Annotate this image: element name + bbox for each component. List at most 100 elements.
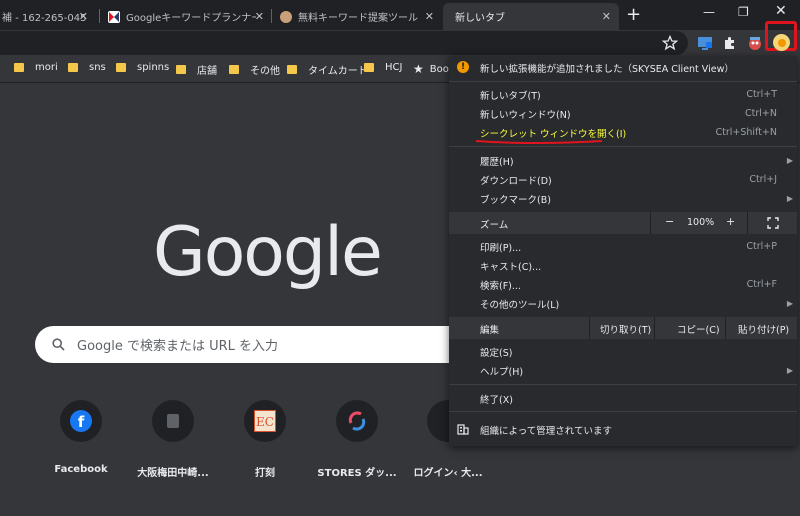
menu-item-bookmarks[interactable]: ブックマーク(B) ▶: [449, 189, 797, 208]
menu-item-history[interactable]: 履歴(H) ▶: [449, 151, 797, 170]
address-bar[interactable]: [0, 31, 688, 55]
zoom-in-button[interactable]: +: [726, 215, 735, 228]
menu-item-cast[interactable]: キャスト(C)...: [449, 256, 797, 275]
shortcut-label: 打刻: [255, 468, 275, 479]
menu-item-downloads[interactable]: ダウンロード(D) Ctrl+J: [449, 170, 797, 189]
bookmark-star-icon[interactable]: [662, 35, 678, 51]
zoom-label: ズーム: [480, 220, 509, 231]
shortcut-icon-bg: f: [60, 400, 102, 442]
bookmark-folder[interactable]: その他: [229, 62, 280, 77]
edit-label: 編集: [480, 325, 500, 336]
menu-item-print[interactable]: 印刷(P)... Ctrl+P: [449, 237, 797, 256]
bookmark-link[interactable]: ★ Boo: [413, 62, 449, 76]
chrome-menu: ! 新しい拡張機能が追加されました（SKYSEA Client View） 新し…: [449, 56, 797, 446]
menu-divider: [449, 384, 797, 385]
menu-item-label: ダウンロード(D): [480, 175, 552, 187]
menu-item-settings[interactable]: 設定(S): [449, 342, 797, 361]
menu-item-shortcut: Ctrl+Shift+N: [715, 127, 777, 138]
zoom-out-button[interactable]: −: [665, 215, 674, 228]
bookmark-folder[interactable]: HCJ: [364, 62, 402, 73]
tab-3[interactable]: 無料キーワード提案ツール Uber ✕: [272, 3, 440, 30]
folder-icon: [116, 63, 126, 72]
extension-monitor-icon[interactable]: [697, 35, 713, 51]
paste-button[interactable]: 貼り付け(P): [725, 317, 798, 339]
bookmark-folder[interactable]: タイムカード: [287, 62, 368, 77]
menu-item-label: 新しい拡張機能が追加されました（SKYSEA Client View）: [480, 63, 734, 75]
menu-item-shortcut: Ctrl+T: [746, 89, 777, 100]
menu-item-extension-notice[interactable]: ! 新しい拡張機能が追加されました（SKYSEA Client View）: [449, 58, 797, 77]
stores-logo-icon: [348, 411, 366, 431]
restore-button[interactable]: ❐: [738, 5, 749, 19]
bookmark-label: sns: [89, 62, 106, 73]
tab-close-icon[interactable]: ✕: [425, 10, 434, 23]
minimize-button[interactable]: —: [703, 5, 715, 19]
menu-item-label: 新しいウィンドウ(N): [480, 109, 571, 121]
menu-item-shortcut: Ctrl+F: [746, 279, 777, 290]
bookmark-label: タイムカード: [308, 66, 368, 77]
menu-item-help[interactable]: ヘルプ(H) ▶: [449, 361, 797, 380]
update-badge-icon: [777, 38, 786, 47]
bookmark-folder[interactable]: spinns: [116, 62, 169, 73]
tab-1[interactable]: 補 - 162-265-045 ✕: [0, 3, 94, 30]
menu-item-label: 組織によって管理されています: [480, 425, 612, 437]
bookmark-label: mori: [35, 62, 58, 73]
menu-item-managed[interactable]: 組織によって管理されています: [449, 420, 797, 439]
menu-divider: [449, 146, 797, 147]
menu-item-label: その他のツール(L): [480, 299, 560, 311]
chrome-menu-button[interactable]: [773, 34, 790, 51]
shortcut-label: Facebook: [54, 464, 108, 475]
menu-item-label: シークレット ウィンドウを開く(I): [480, 128, 627, 140]
menu-item-more-tools[interactable]: その他のツール(L) ▶: [449, 294, 797, 313]
cut-button[interactable]: 切り取り(T): [589, 317, 655, 339]
bookmark-folder[interactable]: 店舗: [176, 62, 217, 77]
submenu-arrow-icon: ▶: [786, 156, 793, 165]
menu-item-label: 終了(X): [480, 394, 513, 406]
folder-icon: [364, 63, 374, 72]
search-placeholder: Google で検索または URL を入力: [77, 339, 279, 354]
folder-icon: [229, 65, 239, 74]
menu-item-exit[interactable]: 終了(X): [449, 389, 797, 408]
folder-icon: [14, 63, 24, 72]
menu-item-shortcut: Ctrl+J: [749, 174, 777, 185]
shortcut-tile[interactable]: STORES ダッ...: [312, 400, 402, 479]
copy-label: コピー(C): [677, 325, 720, 336]
tab-title: 補 - 162-265-045: [2, 13, 87, 24]
menu-divider: [449, 81, 797, 82]
tab-title: 新しいタブ: [455, 13, 505, 24]
tab-active[interactable]: 新しいタブ ✕: [443, 3, 619, 30]
extensions-puzzle-icon[interactable]: [722, 35, 738, 51]
menu-item-label: 検索(F)...: [480, 280, 521, 292]
fullscreen-icon[interactable]: [767, 217, 779, 229]
new-tab-button[interactable]: +: [626, 4, 641, 25]
bookmark-folder[interactable]: mori: [14, 62, 58, 73]
menu-item-label: 履歴(H): [480, 156, 514, 168]
zoom-value: 100%: [687, 217, 715, 228]
bookmark-label: Boo: [429, 63, 449, 75]
menu-item-new-tab[interactable]: 新しいタブ(T) Ctrl+T: [449, 85, 797, 104]
copy-button[interactable]: コピー(C): [654, 317, 726, 339]
red-underline-annotation: [475, 140, 603, 144]
menu-item-label: ブックマーク(B): [480, 194, 551, 206]
tab-close-icon[interactable]: ✕: [79, 10, 88, 23]
shortcut-tile[interactable]: f Facebook: [36, 400, 126, 475]
shortcut-tile[interactable]: 大阪梅田中崎...: [128, 400, 218, 479]
folder-icon: [176, 65, 186, 74]
submenu-arrow-icon: ▶: [786, 299, 793, 308]
submenu-arrow-icon: ▶: [786, 194, 793, 203]
menu-item-find[interactable]: 検索(F)... Ctrl+F: [449, 275, 797, 294]
tab-close-icon[interactable]: ✕: [602, 10, 611, 23]
bookmark-label: その他: [250, 66, 280, 77]
tab-2[interactable]: Googleキーワードプランナーとは ✕: [100, 3, 270, 30]
extension-mascot-icon[interactable]: [747, 35, 763, 51]
search-box[interactable]: Google で検索または URL を入力: [35, 326, 495, 363]
submenu-arrow-icon: ▶: [786, 366, 793, 375]
bookmark-folder[interactable]: sns: [68, 62, 106, 73]
menu-item-label: ヘルプ(H): [480, 366, 524, 378]
tab-close-icon[interactable]: ✕: [255, 10, 264, 23]
window-close-button[interactable]: ✕: [775, 3, 787, 19]
warning-icon: !: [457, 61, 469, 73]
menu-item-new-window[interactable]: 新しいウィンドウ(N) Ctrl+N: [449, 104, 797, 123]
menu-item-label: キャスト(C)...: [480, 261, 542, 273]
edit-row: 編集 切り取り(T) コピー(C) 貼り付け(P): [449, 317, 797, 339]
shortcut-tile[interactable]: EC 打刻: [220, 400, 310, 479]
